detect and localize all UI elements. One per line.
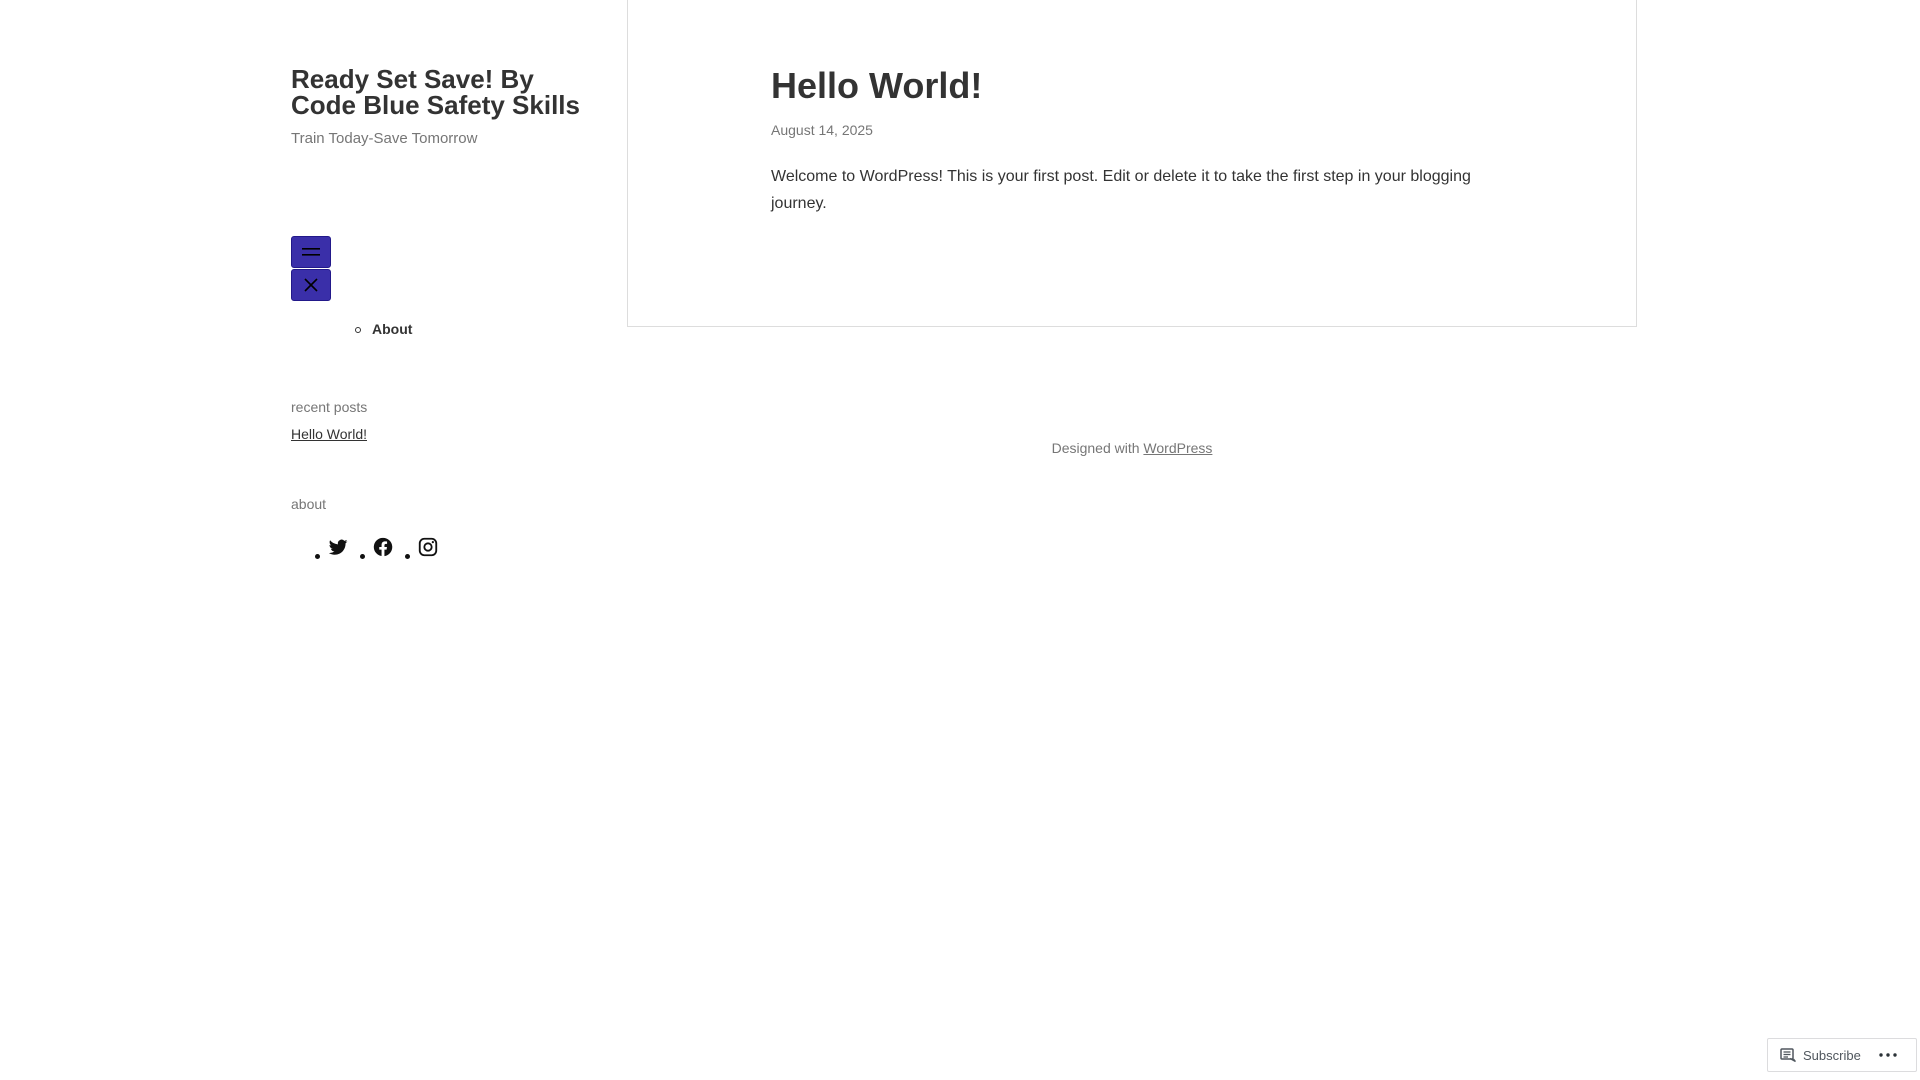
post: Hello World! August 14, 2025 Welcome to … — [771, 64, 1511, 217]
hamburger-icon — [302, 248, 320, 256]
primary-nav: About — [291, 319, 581, 339]
subscribe-label: Subscribe — [1803, 1047, 1861, 1063]
social-item — [360, 536, 394, 559]
wordpress-link[interactable]: WordPress — [1143, 440, 1212, 456]
post-date[interactable]: August 14, 2025 — [771, 122, 1511, 138]
twitter-link[interactable] — [327, 536, 349, 558]
subscribe-bar: Subscribe — [1767, 1038, 1917, 1072]
subscribe-button[interactable]: Subscribe — [1768, 1039, 1871, 1071]
social-links — [291, 536, 581, 559]
facebook-link[interactable] — [372, 536, 394, 558]
instagram-link[interactable] — [417, 536, 439, 558]
twitter-icon — [328, 539, 348, 555]
site-tagline: Train Today-Save Tomorrow — [291, 130, 478, 147]
recent-post-link[interactable]: Hello World! — [291, 426, 367, 442]
instagram-icon — [418, 537, 438, 557]
menu-open-button[interactable] — [291, 236, 331, 268]
site-credit: Designed with WordPress — [627, 440, 1637, 456]
facebook-icon — [373, 537, 393, 557]
close-icon — [304, 278, 318, 292]
credit-prefix: Designed with — [1051, 440, 1140, 456]
more-options-button[interactable] — [1871, 1039, 1905, 1071]
social-item — [315, 536, 349, 559]
about-widget-title: about — [291, 496, 327, 512]
nav-link-about[interactable]: About — [372, 321, 412, 337]
recent-posts-title: recent posts — [291, 399, 368, 415]
menu-close-button[interactable] — [291, 269, 331, 301]
site-title[interactable]: Ready Set Save! By Code Blue Safety Skil… — [291, 66, 581, 118]
sidebar: Ready Set Save! By Code Blue Safety Skil… — [291, 66, 581, 559]
post-body: Welcome to WordPress! This is your first… — [771, 168, 1471, 212]
post-card: Hello World! August 14, 2025 Welcome to … — [627, 0, 1637, 327]
ellipsis-icon — [1879, 1053, 1897, 1057]
nav-item-about: About — [355, 319, 581, 339]
page: Ready Set Save! By Code Blue Safety Skil… — [0, 0, 1920, 1080]
post-title[interactable]: Hello World! — [771, 64, 1511, 108]
social-item — [405, 536, 439, 559]
reader-icon — [1780, 1047, 1797, 1062]
